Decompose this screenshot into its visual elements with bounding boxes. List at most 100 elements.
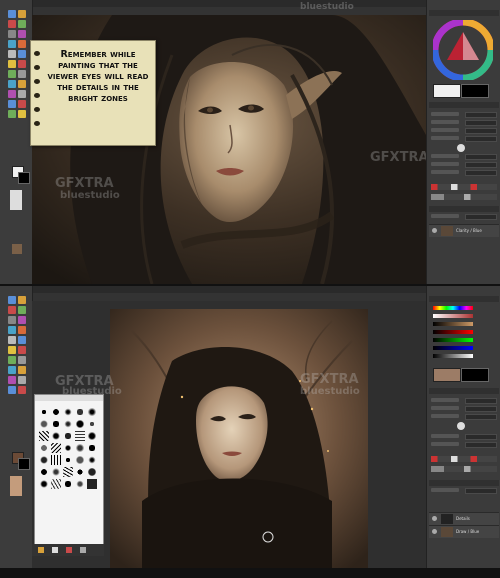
layer-row[interactable]: Details: [429, 512, 499, 525]
tool-icon[interactable]: [18, 60, 26, 68]
brush-icon[interactable]: [87, 443, 97, 453]
tool-icon[interactable]: [8, 326, 16, 334]
brush-thumb[interactable]: [457, 422, 465, 430]
tool-icon[interactable]: [8, 10, 16, 18]
tool-icon[interactable]: [18, 356, 26, 364]
brush-icon[interactable]: [39, 455, 49, 465]
option-row[interactable]: [431, 442, 497, 448]
tool-icon[interactable]: [8, 386, 16, 394]
tool-icon[interactable]: [18, 80, 26, 88]
bg-color-swatch[interactable]: [18, 458, 30, 470]
color-slider[interactable]: [433, 338, 473, 342]
color-slider[interactable]: [433, 330, 473, 334]
tool-icon[interactable]: [18, 20, 26, 28]
brush-icon[interactable]: [75, 479, 85, 489]
brush-icon[interactable]: [51, 443, 61, 453]
dialog-button-icon[interactable]: [38, 547, 44, 553]
brush-icon[interactable]: [63, 467, 73, 477]
tool-icon[interactable]: [8, 346, 16, 354]
brush-icon[interactable]: [51, 431, 61, 441]
brush-icon[interactable]: [39, 419, 49, 429]
brush-icon[interactable]: [75, 431, 85, 441]
brush-grid[interactable]: [39, 407, 97, 489]
brush-icon[interactable]: [87, 407, 97, 417]
eye-icon[interactable]: [432, 516, 437, 521]
brush-icon[interactable]: [63, 407, 73, 417]
option-row[interactable]: [431, 488, 497, 494]
option-row[interactable]: [431, 434, 497, 440]
option-row[interactable]: [431, 136, 497, 142]
background-color-swatch[interactable]: [18, 172, 30, 184]
tool-icon[interactable]: [8, 316, 16, 324]
layer-row[interactable]: Clarity / Blue: [429, 224, 499, 237]
tool-icon[interactable]: [8, 70, 16, 78]
brush-icon[interactable]: [39, 431, 49, 441]
tool-icon[interactable]: [18, 366, 26, 374]
tool-icon[interactable]: [8, 100, 16, 108]
brush-icon[interactable]: [51, 467, 61, 477]
tool-icon[interactable]: [18, 386, 26, 394]
tool-icon[interactable]: [8, 306, 16, 314]
option-row[interactable]: [431, 398, 497, 404]
dock-icon-strip[interactable]: [431, 184, 497, 190]
dialog-button-icon[interactable]: [52, 547, 58, 553]
tool-icon[interactable]: [8, 80, 16, 88]
brush-icon[interactable]: [87, 431, 97, 441]
tool-icon[interactable]: [8, 110, 16, 118]
option-row[interactable]: [431, 406, 497, 412]
option-row[interactable]: [431, 128, 497, 134]
tool-icon[interactable]: [8, 40, 16, 48]
brush-icon[interactable]: [75, 467, 85, 477]
tool-icon[interactable]: [8, 90, 16, 98]
tool-icon[interactable]: [18, 100, 26, 108]
brush-thumb[interactable]: [457, 144, 465, 152]
eye-icon[interactable]: [432, 228, 437, 233]
brush-icon[interactable]: [87, 419, 97, 429]
brush-icon[interactable]: [63, 479, 73, 489]
tool-icon[interactable]: [18, 90, 26, 98]
brush-icon[interactable]: [75, 455, 85, 465]
dialog-button-icon[interactable]: [66, 547, 72, 553]
color-slider[interactable]: [433, 314, 473, 318]
brush-icon[interactable]: [63, 455, 73, 465]
option-row[interactable]: [431, 154, 497, 160]
color-slider[interactable]: [433, 306, 473, 310]
dock-icon-strip[interactable]: [431, 456, 497, 462]
bg-color-preview[interactable]: [461, 84, 489, 98]
brush-icon[interactable]: [63, 431, 73, 441]
tool-icon[interactable]: [8, 366, 16, 374]
color-slider[interactable]: [433, 346, 473, 350]
brush-icon[interactable]: [75, 443, 85, 453]
brush-icon[interactable]: [87, 479, 97, 489]
brush-icon[interactable]: [51, 455, 61, 465]
brush-icon[interactable]: [63, 443, 73, 453]
brush-icon[interactable]: [63, 419, 73, 429]
menu-bar[interactable]: [32, 7, 426, 15]
brush-icon[interactable]: [75, 419, 85, 429]
color-wheel-icon[interactable]: [433, 20, 493, 80]
tool-icon[interactable]: [18, 316, 26, 324]
layer-row[interactable]: Draw / Blue: [429, 525, 499, 538]
option-row[interactable]: [431, 162, 497, 168]
brush-icon[interactable]: [87, 455, 97, 465]
fg-color-preview[interactable]: [433, 84, 461, 98]
option-row[interactable]: [431, 414, 497, 420]
tool-icon[interactable]: [8, 356, 16, 364]
tool-icon[interactable]: [8, 60, 16, 68]
tool-icon[interactable]: [18, 346, 26, 354]
brush-icon[interactable]: [75, 407, 85, 417]
tool-icon[interactable]: [18, 336, 26, 344]
brush-icon[interactable]: [39, 467, 49, 477]
bg-color-preview[interactable]: [461, 368, 489, 382]
tool-icon[interactable]: [8, 376, 16, 384]
color-slider[interactable]: [433, 322, 473, 326]
tool-icon[interactable]: [8, 50, 16, 58]
option-row[interactable]: [431, 214, 497, 220]
brush-icon[interactable]: [51, 419, 61, 429]
brush-icon[interactable]: [51, 479, 61, 489]
fg-color-preview[interactable]: [433, 368, 461, 382]
dialog-button-icon[interactable]: [80, 547, 86, 553]
eye-icon[interactable]: [432, 529, 437, 534]
tool-option-thumb[interactable]: [12, 244, 22, 254]
brush-icon[interactable]: [39, 443, 49, 453]
